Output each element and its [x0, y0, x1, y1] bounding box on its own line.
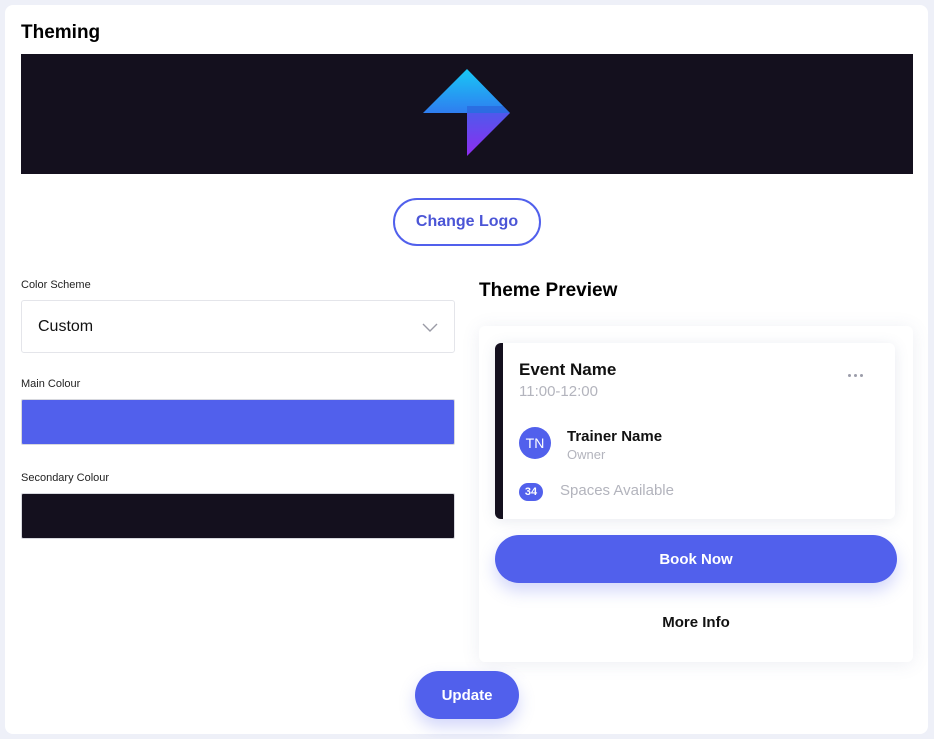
secondary-colour-swatch[interactable]: [21, 493, 455, 539]
color-scheme-value: Custom: [38, 317, 94, 335]
event-card: Event Name 11:00-12:00 TN Trainer Name O…: [495, 343, 895, 519]
logo-banner: [21, 54, 913, 174]
app-logo-icon: [423, 69, 510, 156]
trainer-name: Trainer Name: [567, 428, 663, 445]
more-info-button[interactable]: More Info: [495, 606, 897, 638]
page-title: Theming: [21, 22, 101, 43]
color-scheme-label: Color Scheme: [21, 279, 91, 291]
spaces-available-text: Spaces Available: [560, 482, 674, 499]
event-accent-bar: [495, 343, 503, 519]
theme-preview-card: Event Name 11:00-12:00 TN Trainer Name O…: [479, 326, 913, 662]
theme-preview-title: Theme Preview: [479, 280, 618, 301]
update-button[interactable]: Update: [415, 671, 519, 719]
spaces-count-badge: 34: [519, 483, 543, 501]
secondary-colour-label: Secondary Colour: [21, 472, 110, 484]
main-colour-label: Main Colour: [21, 378, 81, 390]
event-name: Event Name: [519, 360, 617, 379]
book-now-button[interactable]: Book Now: [495, 535, 897, 583]
trainer-role: Owner: [567, 447, 606, 462]
color-scheme-select[interactable]: Custom: [21, 300, 455, 353]
change-logo-button[interactable]: Change Logo: [393, 198, 541, 246]
event-time: 11:00-12:00: [519, 383, 598, 400]
main-colour-swatch[interactable]: [21, 399, 455, 445]
more-horizontal-icon[interactable]: [848, 374, 863, 377]
avatar: TN: [519, 427, 551, 459]
chevron-down-icon: [422, 323, 438, 332]
